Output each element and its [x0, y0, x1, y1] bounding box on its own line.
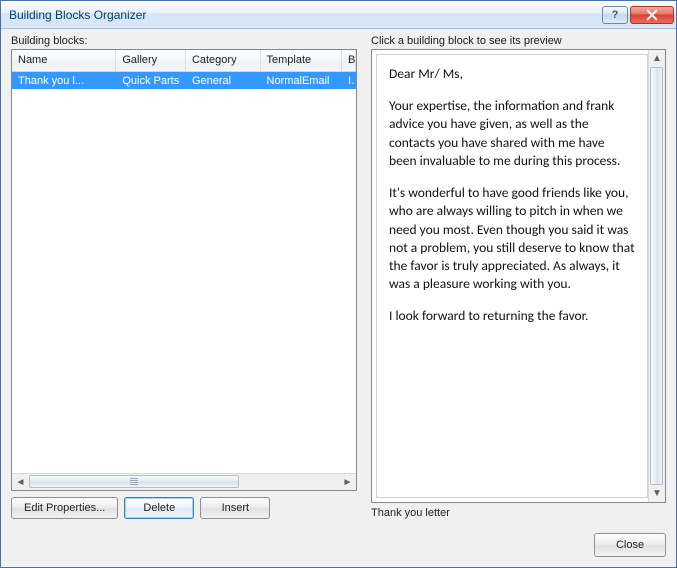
scroll-down-arrow-icon[interactable]: ▼ — [649, 485, 665, 502]
preview-paragraph: Dear Mr/ Ms, — [389, 65, 635, 83]
column-header-template[interactable]: Template — [261, 50, 343, 71]
dialog-content: Building blocks: Name Gallery Category T… — [1, 29, 676, 567]
building-blocks-label: Building blocks: — [11, 35, 357, 47]
panes: Building blocks: Name Gallery Category T… — [11, 35, 666, 519]
column-header-name[interactable]: Name — [12, 50, 116, 71]
edit-properties-button[interactable]: Edit Properties... — [11, 497, 118, 519]
scroll-up-arrow-icon[interactable]: ▲ — [649, 50, 665, 67]
preview-box: Dear Mr/ Ms, Your expertise, the informa… — [371, 49, 666, 503]
vertical-scrollbar[interactable]: ▲ ▼ — [648, 50, 665, 502]
preview-paragraph: It's wonderful to have good friends like… — [389, 184, 635, 293]
scroll-left-arrow-icon[interactable]: ◄ — [12, 474, 29, 491]
scrollbar-track[interactable] — [649, 67, 665, 485]
list-header-row[interactable]: Name Gallery Category Template B — [12, 50, 356, 72]
window-title: Building Blocks Organizer — [9, 8, 600, 22]
scrollbar-thumb[interactable] — [29, 475, 239, 488]
scrollbar-track[interactable] — [29, 474, 339, 490]
left-pane: Building blocks: Name Gallery Category T… — [11, 35, 357, 519]
cell-name: Thank you l... — [12, 75, 116, 87]
cell-gallery: Quick Parts — [116, 75, 186, 87]
table-row[interactable]: Thank you l... Quick Parts General Norma… — [12, 72, 356, 89]
column-header-gallery[interactable]: Gallery — [116, 50, 186, 71]
cell-category: General — [186, 75, 261, 87]
close-button[interactable]: Close — [594, 533, 666, 557]
scroll-right-arrow-icon[interactable]: ► — [339, 474, 356, 491]
preview-paragraph: Your expertise, the information and fran… — [389, 97, 635, 170]
delete-button[interactable]: Delete — [124, 497, 194, 519]
window-close-button[interactable] — [630, 6, 674, 24]
cell-template: NormalEmail — [261, 75, 343, 87]
help-button[interactable]: ? — [602, 6, 628, 24]
titlebar: Building Blocks Organizer ? — [1, 1, 676, 29]
insert-button[interactable]: Insert — [200, 497, 270, 519]
scrollbar-thumb[interactable] — [650, 67, 663, 485]
building-blocks-list[interactable]: Name Gallery Category Template B Thank y… — [11, 49, 357, 491]
dialog-window: Building Blocks Organizer ? Building blo… — [0, 0, 677, 568]
column-header-behavior[interactable]: B — [342, 50, 356, 71]
preview-caption: Thank you letter — [371, 507, 666, 519]
preview-label: Click a building block to see its previe… — [371, 35, 666, 47]
close-icon — [646, 9, 658, 21]
left-actions: Edit Properties... Delete Insert — [11, 497, 357, 519]
preview-content: Dear Mr/ Ms, Your expertise, the informa… — [376, 54, 648, 498]
list-body: Thank you l... Quick Parts General Norma… — [12, 72, 356, 473]
footer: Close — [11, 533, 666, 557]
right-pane: Click a building block to see its previe… — [371, 35, 666, 519]
column-header-category[interactable]: Category — [186, 50, 261, 71]
horizontal-scrollbar[interactable]: ◄ ► — [12, 473, 356, 490]
preview-paragraph: I look forward to returning the favor. — [389, 307, 635, 325]
cell-behavior: In — [342, 75, 356, 87]
